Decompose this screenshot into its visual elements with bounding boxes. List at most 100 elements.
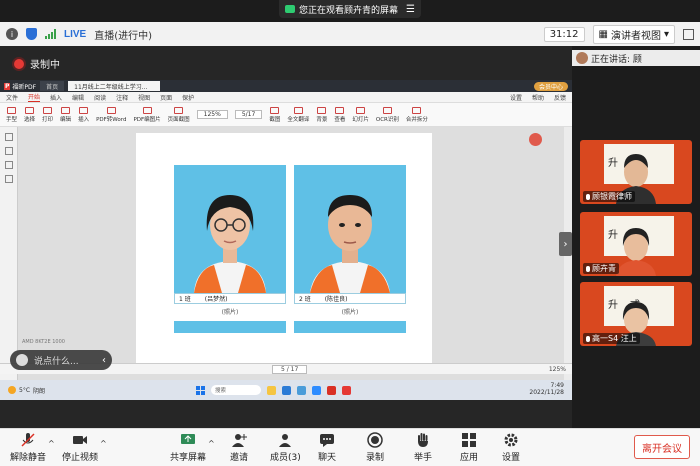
tab-document[interactable]: 11月线上二年级线上学习... (68, 81, 161, 91)
participant-video[interactable]: 升式 顾卉青 (580, 212, 692, 276)
video-options-icon[interactable]: ^ (100, 439, 107, 448)
meeting-app-icon[interactable] (312, 385, 321, 395)
photo-caption: 2 班 (陈佳良) (294, 293, 406, 304)
live-badge: LIVE (64, 28, 87, 40)
tool-view[interactable]: 查看 (334, 106, 345, 123)
fullscreen-icon[interactable] (683, 28, 694, 40)
bookmark-icon[interactable] (4, 147, 13, 155)
member-center-button[interactable]: 会员中心 (533, 81, 568, 91)
menu-file[interactable]: 文件 (6, 93, 18, 102)
zoom-field[interactable]: 125% (196, 110, 228, 119)
participant-name: 顾银霞律师 (583, 191, 635, 202)
windows-start-icon[interactable] (196, 385, 205, 395)
camera-icon (73, 436, 87, 444)
menu-insert[interactable]: 插入 (50, 93, 62, 102)
status-page-field[interactable]: 5 / 17 (272, 364, 308, 374)
share-screen-button[interactable]: 共享屏幕 (170, 432, 206, 463)
next-photo-strip (174, 321, 286, 333)
tool-capture[interactable]: 截图 (269, 106, 280, 123)
audio-options-icon[interactable]: ^ (48, 439, 55, 448)
taskbar-search[interactable]: 搜索 (211, 385, 261, 395)
menu-view[interactable]: 视图 (138, 93, 150, 102)
emoji-icon[interactable] (16, 354, 28, 366)
info-icon[interactable]: i (6, 28, 18, 40)
pdf-tab-bar: P 福昕PDF 首页 11月线上二年级线上学习... 会员中心 (0, 80, 572, 92)
chat-quick-input[interactable]: 说点什么... ‹ (10, 350, 112, 370)
invite-button[interactable]: 邀请 (230, 432, 248, 463)
share-options-icon[interactable]: ^ (208, 439, 215, 448)
members-button[interactable]: 成员(3) (270, 432, 301, 463)
tool-hand[interactable]: 手型 (6, 106, 17, 123)
tool-print[interactable]: 打印 (42, 106, 53, 123)
pdf-app-icon[interactable] (327, 385, 336, 395)
invite-label: 邀请 (230, 453, 249, 463)
settings-button[interactable]: 设置 (502, 432, 520, 463)
store-icon[interactable] (297, 385, 306, 395)
raise-hand-button[interactable]: 举手 (414, 432, 432, 463)
tool-select[interactable]: 选择 (24, 106, 35, 123)
menu-protect[interactable]: 保护 (182, 93, 194, 102)
tool-screenshot[interactable]: 页面截图 (168, 106, 190, 123)
pdf-menu-bar: 文件 开始 插入 编辑 阅读 注释 视图 页面 保护 设置 帮助 反馈 (0, 92, 572, 103)
attachment-icon[interactable] (4, 175, 13, 183)
signal-icon[interactable] (45, 29, 56, 39)
menu-start[interactable]: 开始 (28, 92, 41, 102)
security-shield-icon[interactable] (26, 28, 37, 40)
tool-translate[interactable]: 全文翻译 (287, 106, 309, 123)
floating-action-icon[interactable] (529, 133, 542, 146)
tool-ocr[interactable]: OCR识别 (376, 106, 399, 123)
chat-button[interactable]: 聊天 (318, 432, 336, 463)
tab-home[interactable]: 首页 (40, 81, 65, 91)
meeting-toolbar: 解除静音 ^ 停止视频 ^ 共享屏幕 ^ 邀请 成员(3) 聊天 录制 举手 应… (0, 428, 700, 466)
record-dot-icon (14, 58, 24, 69)
panel-toggle-icon[interactable]: › (559, 232, 572, 256)
status-zoom[interactable]: 125% (549, 366, 566, 373)
menu-feedback[interactable]: 反馈 (554, 93, 566, 102)
thumbnail-icon[interactable] (4, 133, 13, 141)
video-label: 停止视频 (62, 453, 99, 463)
pdf-app-logo: P 福昕PDF (4, 82, 37, 91)
page-field[interactable]: 5/17 (234, 110, 263, 119)
invite-icon (232, 434, 247, 447)
side-hint-text: AMD 8KT2E 1000 (22, 339, 65, 345)
record-button[interactable]: 录制 (366, 432, 384, 463)
comment-icon[interactable] (4, 161, 13, 169)
vertical-scrollbar[interactable] (564, 127, 572, 400)
mic-icon (586, 265, 590, 272)
menu-icon[interactable]: ☰ (406, 4, 415, 15)
collapse-arrow-icon[interactable]: ‹ (102, 355, 106, 366)
video-button[interactable]: 停止视频 (62, 432, 98, 463)
menu-edit[interactable]: 编辑 (72, 93, 84, 102)
menu-help[interactable]: 帮助 (532, 93, 544, 102)
apps-icon (462, 433, 476, 447)
members-label: 成员(3) (270, 453, 301, 463)
participant-video[interactable]: 升式 顾银霞律师 (580, 140, 692, 204)
tool-merge[interactable]: 合并拆分 (406, 106, 428, 123)
chevron-down-icon: ▾ (663, 28, 669, 40)
file-explorer-icon[interactable] (267, 385, 276, 395)
leave-meeting-button[interactable]: 离开会议 (634, 435, 690, 459)
participant-video[interactable]: 升式 高一S4 汪上 (580, 282, 692, 346)
tool-pdf-to-word[interactable]: PDF转Word (96, 106, 126, 123)
pdf-reader-icon[interactable] (342, 385, 351, 395)
tool-background[interactable]: 背景 (316, 106, 327, 123)
tool-edit[interactable]: 编辑 (60, 106, 71, 123)
view-mode-button[interactable]: ▦ 演讲者视图 ▾ (592, 24, 675, 44)
live-status[interactable]: 直播(进行中) (94, 27, 152, 42)
system-clock[interactable]: 7:49 2022/11/28 (529, 383, 564, 396)
apps-label: 应用 (460, 453, 479, 463)
insert-icon (79, 106, 89, 114)
menu-settings[interactable]: 设置 (510, 93, 522, 102)
next-photo-strip (294, 321, 406, 333)
tool-pdf-to-image[interactable]: PDF编图片 (133, 106, 161, 123)
menu-annotate[interactable]: 注释 (116, 93, 128, 102)
edge-icon[interactable] (282, 385, 291, 395)
tool-insert[interactable]: 插入 (78, 106, 89, 123)
menu-page[interactable]: 页面 (160, 93, 172, 102)
menu-read[interactable]: 阅读 (94, 93, 106, 102)
apps-button[interactable]: 应用 (460, 432, 478, 463)
weather-widget[interactable]: 5°C 阴朗 (8, 386, 45, 395)
hand-icon (7, 106, 16, 114)
tool-slideshow[interactable]: 幻灯片 (352, 106, 369, 123)
unmute-button[interactable]: 解除静音 (10, 432, 46, 463)
